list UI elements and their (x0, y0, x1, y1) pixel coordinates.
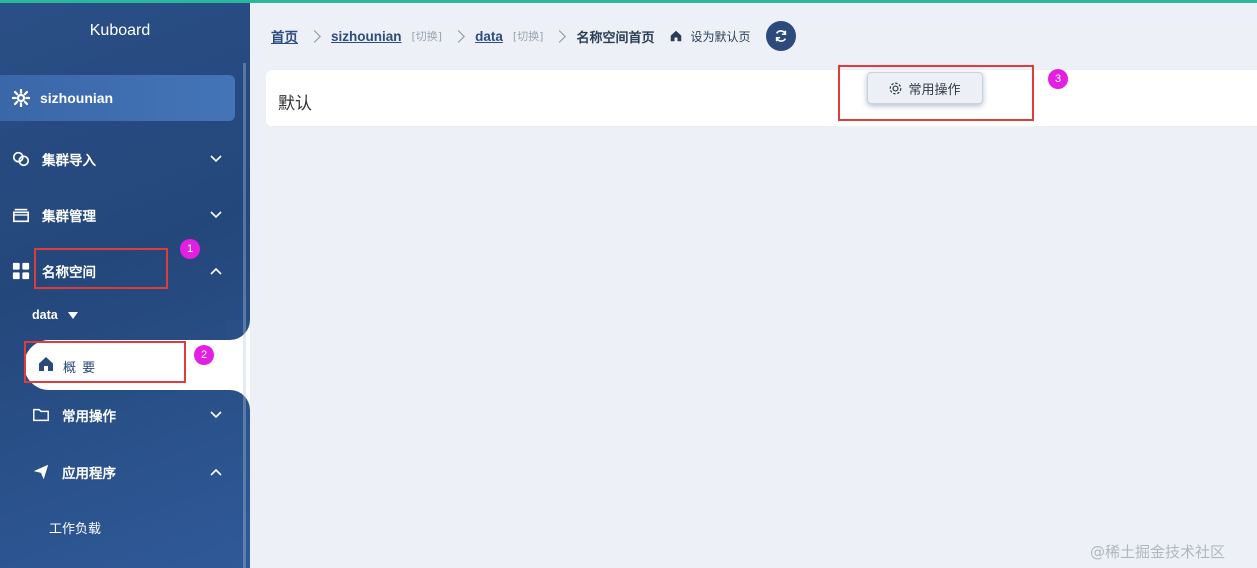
sidebar-item-label: 集群导入 (42, 153, 96, 169)
sidebar-item-workload[interactable]: 工作负载 (49, 518, 101, 537)
annotation-box-3 (838, 65, 1034, 121)
sidebar-item-applications[interactable]: 应用程序 (0, 454, 240, 490)
annotation-box-2 (24, 341, 186, 383)
sidebar-item-label: 应用程序 (62, 466, 116, 482)
sidebar-item-label: 集群管理 (42, 209, 96, 225)
sidebar-item-cluster-import[interactable]: 集群导入 (0, 141, 240, 177)
breadcrumb-cluster-switch[interactable]: [切换] (412, 28, 443, 44)
caret-down-icon (67, 311, 78, 319)
chevron-right-icon (452, 29, 465, 43)
pill-curve-decoration (226, 320, 250, 340)
refresh-button[interactable] (766, 21, 797, 51)
server-icon (12, 208, 30, 223)
breadcrumb-namespace-switch[interactable]: [切换] (513, 28, 544, 44)
chevron-down-icon[interactable] (208, 151, 224, 167)
breadcrumb-cluster[interactable]: sizhounian (331, 29, 402, 44)
watermark: @稀土掘金技术社区 (1090, 543, 1226, 561)
sidebar-item-cluster-manage[interactable]: 集群管理 (0, 197, 240, 233)
annotation-badge-1: 1 (180, 239, 200, 259)
namespace-card: 默认 常用操作 (266, 70, 1257, 126)
sidebar-item-common-ops[interactable]: 常用操作 (0, 397, 240, 433)
annotation-badge-3: 3 (1048, 69, 1068, 89)
link-icon (12, 151, 30, 167)
grid-icon (12, 262, 30, 280)
chevron-right-icon (553, 29, 567, 43)
breadcrumb-namespace[interactable]: data (475, 29, 503, 44)
app-title: Kuboard (89, 22, 151, 39)
annotation-box-1 (34, 248, 168, 289)
chevron-up-icon[interactable] (208, 464, 224, 480)
namespace-select[interactable]: data (32, 308, 78, 322)
gear-icon (12, 89, 30, 107)
chevron-down-icon[interactable] (208, 407, 224, 423)
sidebar-cluster-item[interactable]: sizhounian (0, 75, 235, 121)
refresh-icon (776, 30, 787, 42)
send-icon (33, 464, 49, 480)
sidebar-item-label: 常用操作 (62, 409, 116, 425)
chevron-right-icon (308, 29, 321, 43)
card-title: 默认 (278, 94, 312, 114)
breadcrumb-current: 名称空间首页 (576, 30, 655, 46)
chevron-down-icon[interactable] (208, 207, 224, 223)
home-icon[interactable] (670, 30, 682, 42)
sidebar-cluster-label: sizhounian (40, 90, 114, 106)
folder-icon (33, 408, 49, 422)
chevron-up-icon[interactable] (208, 263, 224, 279)
annotation-badge-2: 2 (194, 345, 214, 365)
set-default-page-link[interactable]: 设为默认页 (690, 28, 750, 45)
breadcrumb-home[interactable]: 首页 (271, 26, 298, 46)
breadcrumb: 首页 sizhounian [切换] data [切换] 名称空间首页 设为默认… (271, 21, 797, 51)
namespace-select-value: data (32, 308, 58, 322)
